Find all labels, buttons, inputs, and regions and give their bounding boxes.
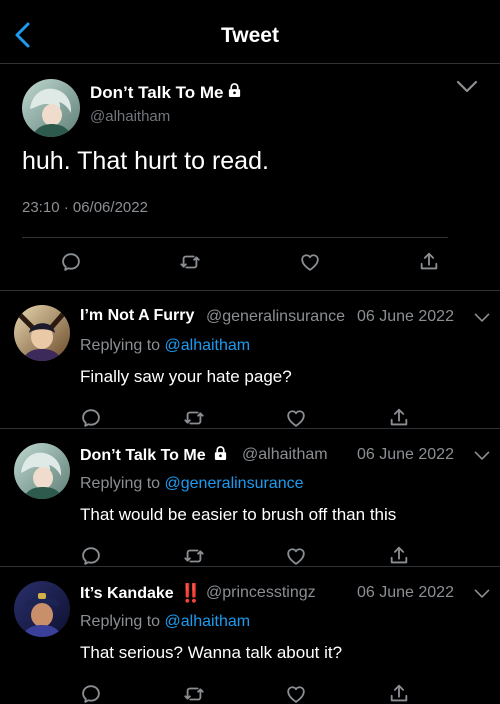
reply-item[interactable]: Don’t Talk To Me @alhaitham 06 June 2022…: [0, 429, 500, 567]
share-icon[interactable]: [388, 407, 410, 429]
replying-to-prefix: Replying to: [80, 337, 161, 354]
lock-icon: [213, 445, 228, 466]
share-icon[interactable]: [388, 545, 410, 567]
display-name-text: It’s Kandake: [80, 584, 174, 602]
retweet-icon[interactable]: [183, 545, 205, 567]
reply-item[interactable]: It’s Kandake ‼️ @princesstingz 06 June 2…: [0, 567, 500, 704]
share-icon[interactable]: [388, 683, 410, 704]
retweet-icon[interactable]: [179, 251, 201, 273]
replying-to-prefix: Replying to: [80, 475, 161, 492]
chevron-down-icon[interactable]: [456, 79, 478, 95]
divider: [22, 237, 448, 238]
date: 06 June 2022: [357, 584, 454, 601]
tweet-actions: [60, 251, 440, 275]
avatar[interactable]: [14, 443, 70, 499]
replying-to: Replying to @alhaitham: [80, 613, 250, 631]
reply-icon[interactable]: [60, 251, 82, 273]
date: 06 June 2022: [357, 308, 454, 325]
double-exclamation-icon: ‼️: [179, 583, 202, 603]
handle: @generalinsurance: [206, 308, 345, 325]
like-icon[interactable]: [299, 251, 321, 273]
share-icon[interactable]: [418, 251, 440, 273]
retweet-icon[interactable]: [183, 683, 205, 704]
reply-item[interactable]: I’m Not A Furry @generalinsurance 06 Jun…: [0, 291, 500, 429]
main-tweet: Don’t Talk To Me @alhaitham huh. That hu…: [0, 65, 500, 291]
like-icon[interactable]: [285, 545, 307, 567]
display-name: Don’t Talk To Me: [80, 445, 228, 466]
display-name: Don’t Talk To Me: [90, 82, 242, 103]
like-icon[interactable]: [285, 683, 307, 704]
chevron-down-icon[interactable]: [474, 587, 490, 599]
reply-header: It’s Kandake ‼️ @princesstingz 06 June 2…: [80, 583, 490, 605]
reply-actions: [80, 683, 410, 704]
reply-text: That would be easier to brush off than t…: [80, 505, 397, 524]
replying-to: Replying to @generalinsurance: [80, 475, 304, 493]
mention-link[interactable]: @alhaitham: [165, 613, 251, 630]
date: 06 June 2022: [357, 446, 454, 463]
reply-header: I’m Not A Furry @generalinsurance 06 Jun…: [80, 307, 490, 329]
tweet-text: huh. That hurt to read.: [22, 147, 269, 175]
avatar[interactable]: [14, 305, 70, 361]
retweet-icon[interactable]: [183, 407, 205, 429]
chevron-down-icon[interactable]: [474, 311, 490, 323]
reply-icon[interactable]: [80, 545, 102, 567]
display-name-text: Don’t Talk To Me: [90, 82, 224, 102]
avatar[interactable]: [14, 581, 70, 637]
replying-to-prefix: Replying to: [80, 613, 161, 630]
reply-header: Don’t Talk To Me @alhaitham 06 June 2022: [80, 445, 490, 467]
reply-text: Finally saw your hate page?: [80, 367, 292, 386]
display-name-text: Don’t Talk To Me: [80, 446, 206, 464]
top-bar: Tweet: [0, 0, 500, 64]
page-title: Tweet: [221, 24, 279, 47]
handle: @alhaitham: [242, 446, 328, 463]
display-name-text: I’m Not A Furry: [80, 307, 195, 324]
reply-actions: [80, 407, 410, 429]
handle: @princesstingz: [206, 584, 316, 601]
replying-to: Replying to @alhaitham: [80, 337, 250, 355]
reply-actions: [80, 545, 410, 567]
mention-link[interactable]: @generalinsurance: [165, 475, 304, 492]
timestamp: 23:10 · 06/06/2022: [22, 199, 148, 216]
reply-icon[interactable]: [80, 683, 102, 704]
like-icon[interactable]: [285, 407, 307, 429]
handle: @alhaitham: [90, 108, 171, 125]
display-name: It’s Kandake ‼️: [80, 583, 202, 604]
display-name: I’m Not A Furry: [80, 307, 194, 325]
avatar[interactable]: [22, 79, 80, 137]
reply-text: That serious? Wanna talk about it?: [80, 643, 343, 662]
lock-icon: [227, 82, 242, 103]
chevron-down-icon[interactable]: [474, 449, 490, 461]
reply-icon[interactable]: [80, 407, 102, 429]
mention-link[interactable]: @alhaitham: [165, 337, 251, 354]
